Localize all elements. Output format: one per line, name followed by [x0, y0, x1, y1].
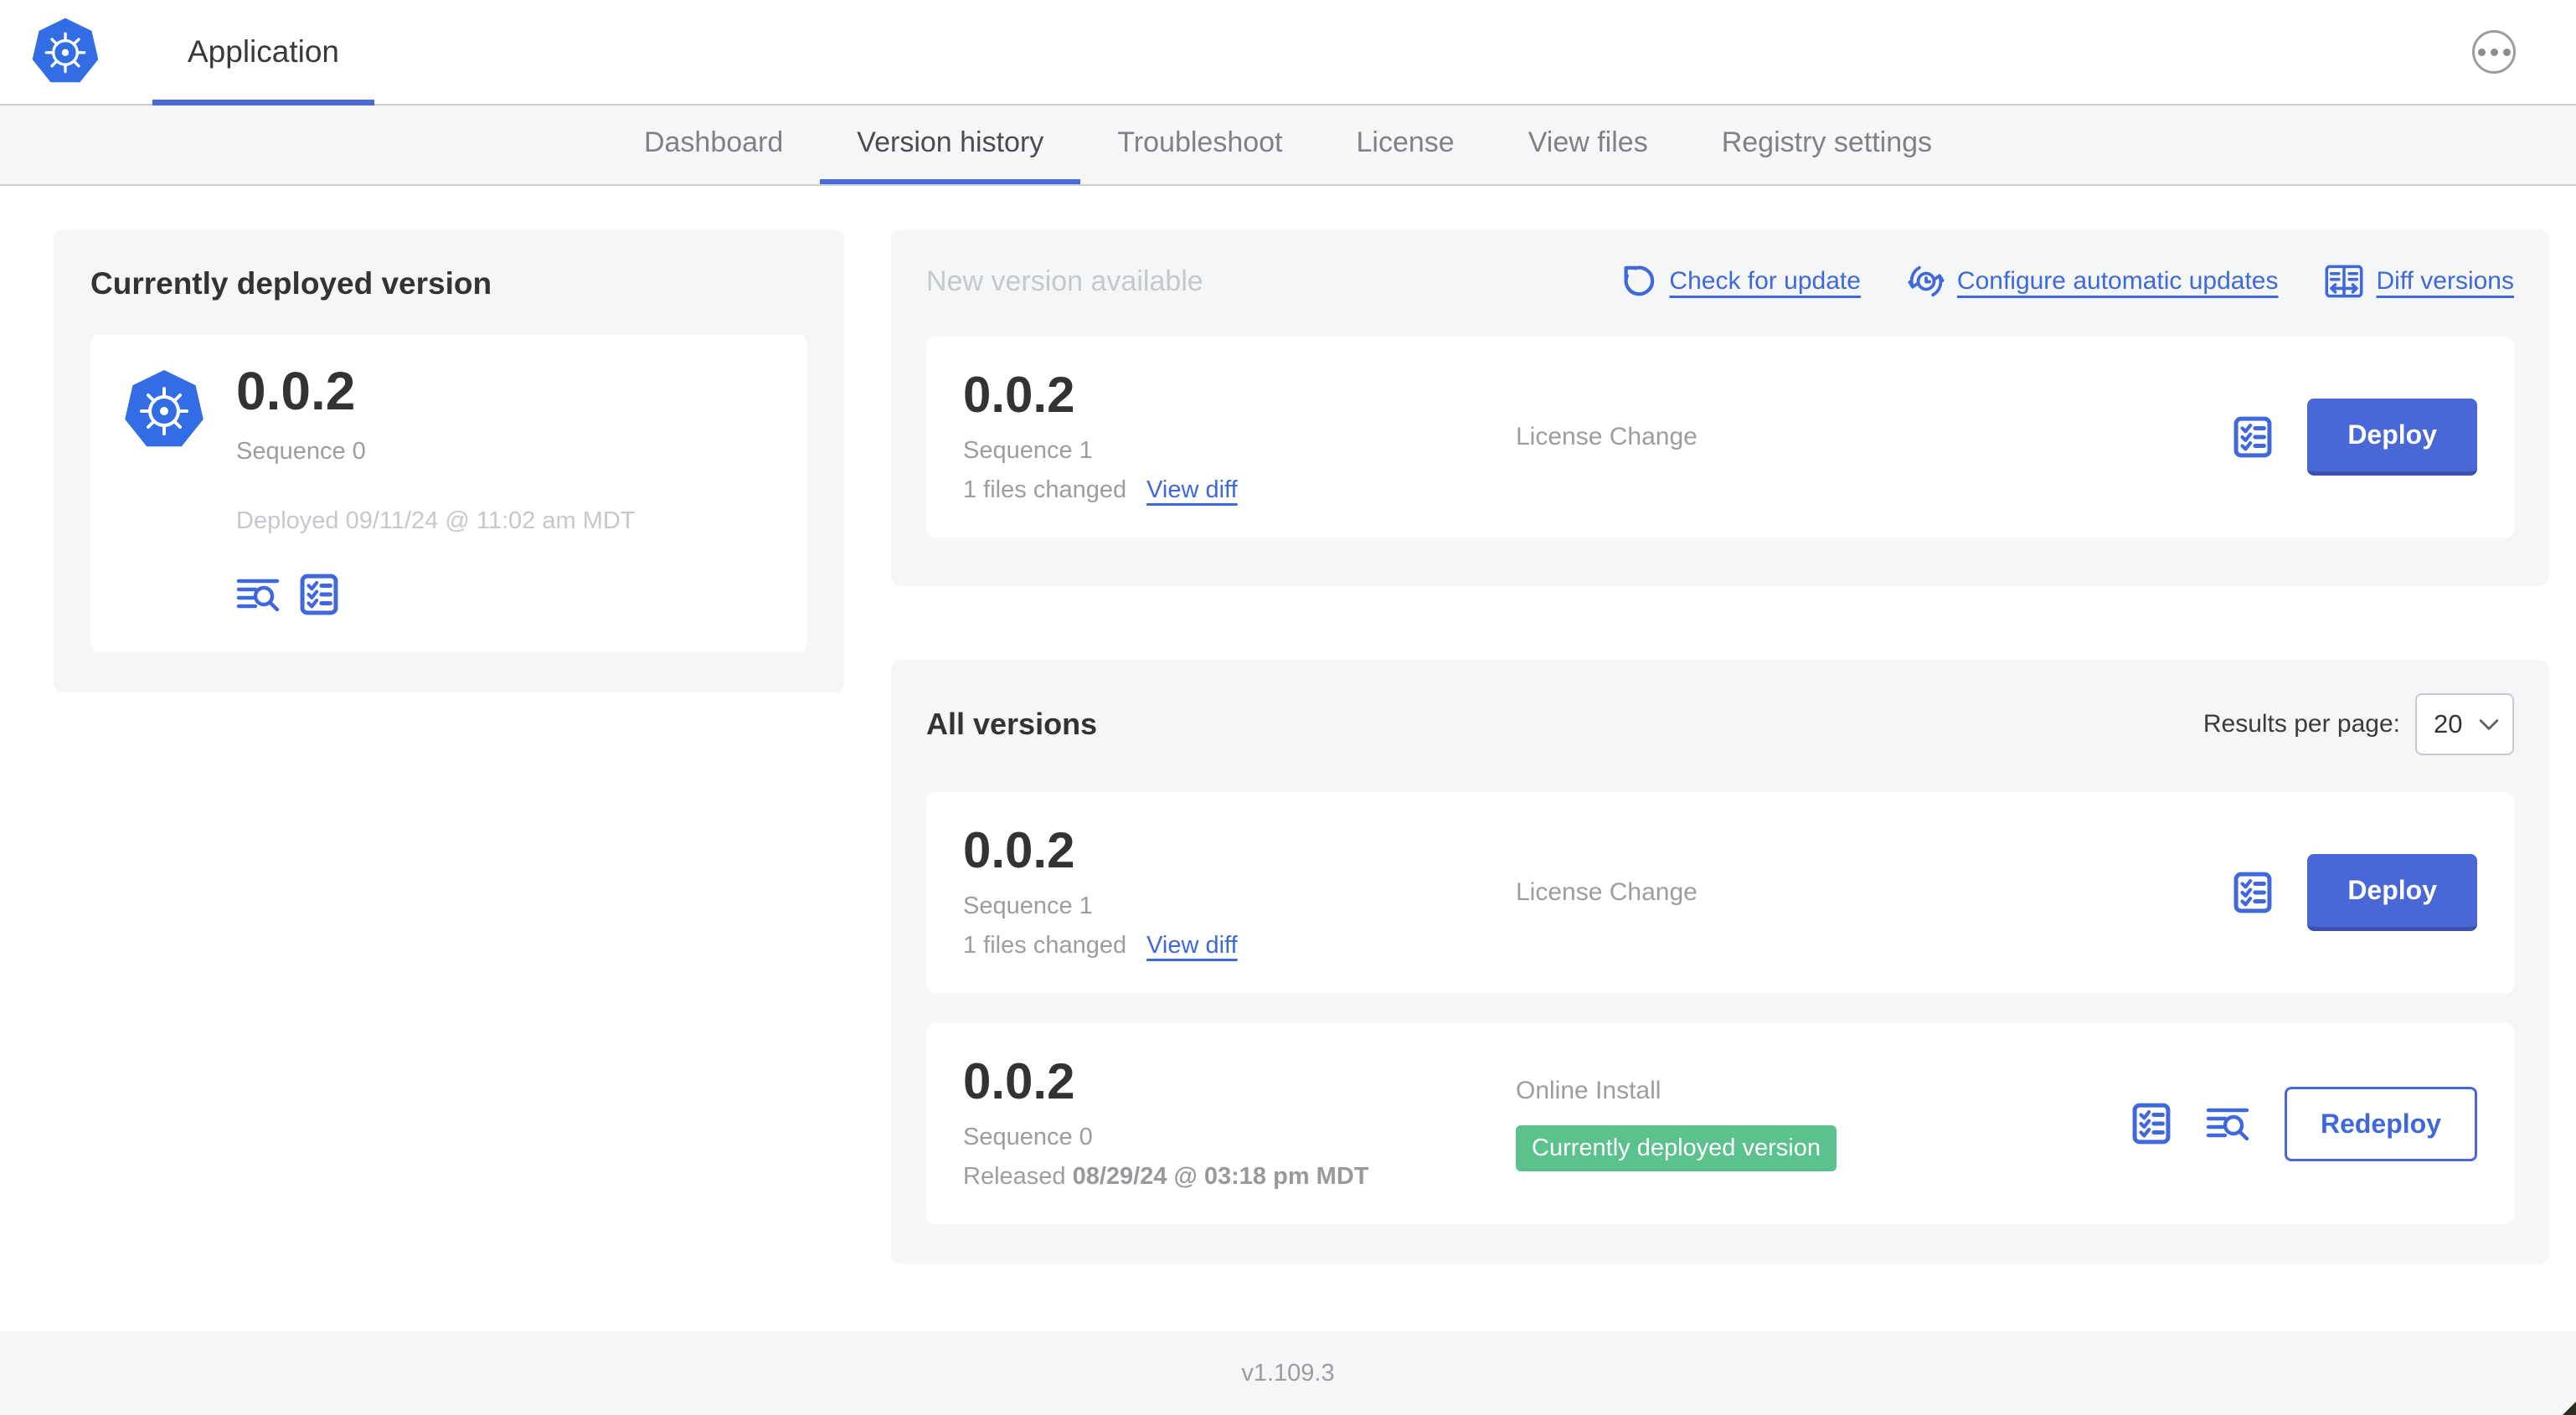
version-number: 0.0.2: [963, 367, 1075, 423]
version-actions: Deploy: [2233, 854, 2477, 931]
version-actions: Redeploy: [2132, 1086, 2477, 1161]
new-version-panel-head: New version available Check for update C…: [926, 263, 2514, 300]
version-source-label: Online Install: [1516, 1076, 1662, 1104]
schedule-sync-icon: [1908, 263, 1945, 300]
nav-tab-dashboard[interactable]: Dashboard: [607, 105, 820, 184]
results-per-page-label: Results per page:: [2202, 710, 2400, 738]
top-bar: Application: [0, 0, 2576, 105]
kubernetes-logo-icon: [122, 367, 206, 454]
currently-deployed-title: Currently deployed version: [90, 266, 492, 301]
new-version-title: New version available: [926, 265, 1203, 297]
sequence-label: Sequence 1: [963, 437, 1093, 464]
update-actions: Check for update Configure automatic upd…: [1621, 263, 2514, 300]
console-version-label: v1.109.3: [1241, 1359, 1335, 1387]
sequence-label: Sequence 1: [963, 893, 1093, 919]
sequence-label: Sequence 0: [963, 1124, 1093, 1150]
currently-deployed-panel: Currently deployed version 0.0.2 Sequenc…: [54, 229, 844, 693]
all-versions-title: All versions: [926, 707, 1098, 741]
view-diff-link[interactable]: View diff: [1146, 476, 1238, 504]
currently-deployed-badge: Currently deployed version: [1516, 1124, 1837, 1171]
view-diff-link[interactable]: View diff: [1146, 932, 1238, 960]
deploy-button[interactable]: Deploy: [2307, 399, 2477, 476]
version-source-block: Online Install Currently deployed versio…: [1516, 1077, 2132, 1171]
footer: v1.109.3: [0, 1331, 2576, 1415]
released-timestamp: Released 08/29/24 @ 03:18 pm MDT: [963, 1163, 1369, 1190]
main-content: Currently deployed version 0.0.2 Sequenc…: [0, 186, 2576, 1274]
results-per-page: Results per page: 20: [2203, 693, 2514, 755]
version-row: 0.0.2 Sequence 0 Released 08/29/24 @ 03:…: [926, 1023, 2514, 1224]
new-version-panel: New version available Check for update C…: [891, 229, 2549, 586]
sequence-label: Sequence 0: [236, 438, 366, 466]
app-nav: Dashboard Version history Troubleshoot L…: [0, 105, 2576, 186]
preflight-checklist-icon[interactable]: [2233, 872, 2272, 913]
ellipsis-icon: [2477, 48, 2511, 56]
files-changed-label: 1 files changed: [963, 476, 1127, 503]
version-number: 0.0.2: [963, 1053, 1075, 1109]
nav-tab-license[interactable]: License: [1320, 105, 1492, 184]
deployed-version-actions: [236, 574, 636, 615]
check-for-update-link[interactable]: Check for update: [1621, 264, 1861, 299]
all-versions-head: All versions Results per page: 20: [926, 693, 2514, 755]
more-menu-button[interactable]: [2472, 30, 2516, 74]
kubernetes-logo-icon: [30, 15, 100, 89]
nav-tab-registry-settings[interactable]: Registry settings: [1685, 105, 1969, 184]
cursor-artifact: [2563, 1402, 2576, 1415]
redeploy-button[interactable]: Redeploy: [2284, 1086, 2477, 1161]
version-info: 0.0.2 Sequence 1 1 files changed View di…: [963, 826, 1516, 960]
deploy-logs-icon[interactable]: [236, 578, 280, 612]
preflight-checklist-icon[interactable]: [300, 574, 338, 615]
diff-icon: [2325, 265, 2363, 298]
configure-automatic-updates-link[interactable]: Configure automatic updates: [1908, 263, 2278, 300]
preflight-checklist-icon[interactable]: [2132, 1103, 2171, 1145]
version-number: 0.0.2: [236, 361, 356, 421]
deploy-button[interactable]: Deploy: [2307, 854, 2477, 931]
files-changed-label: 1 files changed: [963, 932, 1127, 959]
nav-tab-troubleshoot[interactable]: Troubleshoot: [1080, 105, 1319, 184]
version-number: 0.0.2: [963, 822, 1075, 878]
nav-tab-view-files[interactable]: View files: [1492, 105, 1685, 184]
version-source-label: License Change: [1516, 423, 1698, 450]
app-tab[interactable]: Application: [152, 0, 375, 105]
deployed-version-details: 0.0.2 Sequence 0 Deployed 09/11/24 @ 11:…: [236, 363, 636, 615]
new-version-card: 0.0.2 Sequence 1 1 files changed View di…: [926, 337, 2514, 538]
version-history-page: Application Dashboard Version history Tr…: [0, 0, 2576, 1415]
app-title: Application: [188, 34, 340, 69]
right-column: New version available Check for update C…: [891, 229, 2549, 1264]
version-row: 0.0.2 Sequence 1 1 files changed View di…: [926, 792, 2514, 993]
version-info: 0.0.2 Sequence 1 1 files changed View di…: [963, 370, 1516, 504]
diff-versions-link[interactable]: Diff versions: [2325, 265, 2514, 298]
deployed-timestamp: Deployed 09/11/24 @ 11:02 am MDT: [236, 507, 636, 535]
deploy-logs-icon[interactable]: [2206, 1107, 2249, 1140]
results-per-page-select[interactable]: 20: [2415, 693, 2514, 755]
all-versions-panel: All versions Results per page: 20 0.0.2 …: [891, 660, 2549, 1264]
chevron-down-icon: [2479, 718, 2499, 731]
preflight-checklist-icon[interactable]: [2233, 416, 2272, 458]
refresh-icon: [1621, 264, 1656, 299]
nav-tab-version-history[interactable]: Version history: [820, 105, 1081, 184]
deployed-version-card: 0.0.2 Sequence 0 Deployed 09/11/24 @ 11:…: [90, 335, 807, 653]
version-info: 0.0.2 Sequence 0 Released 08/29/24 @ 03:…: [963, 1057, 1516, 1191]
version-actions: Deploy: [2233, 399, 2477, 476]
version-source-label: License Change: [1516, 878, 1698, 906]
